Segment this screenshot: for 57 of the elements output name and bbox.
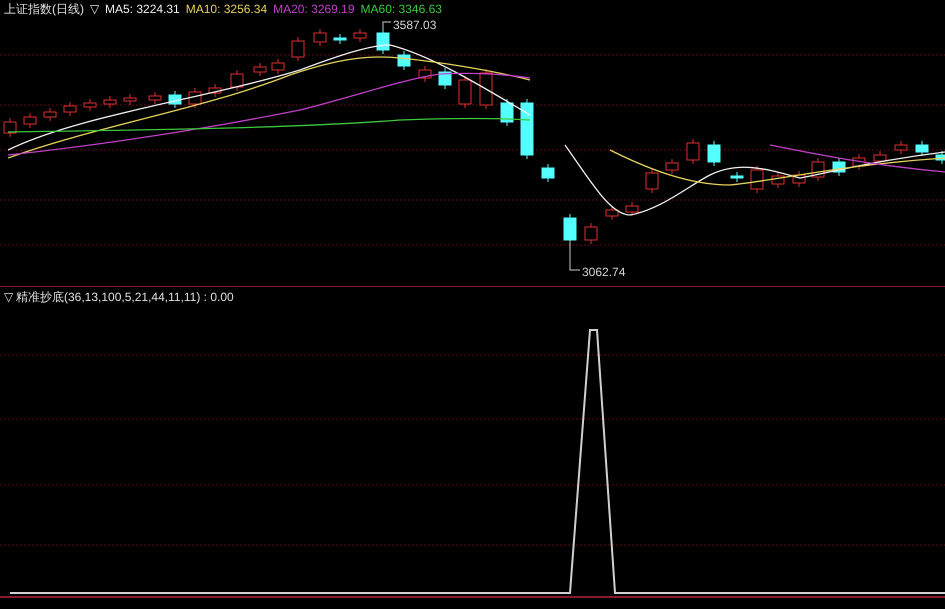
candlestick: [314, 28, 326, 46]
candlestick: [686, 138, 700, 164]
candlestick: [936, 150, 945, 164]
candlestick: [916, 140, 928, 156]
candlestick: [376, 28, 390, 54]
toggle-triangle[interactable]: ▽: [90, 0, 99, 18]
candlestick: [208, 84, 222, 98]
candlestick: [354, 28, 366, 42]
candlestick: [254, 62, 266, 76]
candlestick: [438, 68, 452, 90]
candlestick: [104, 96, 116, 108]
candlestick: [542, 164, 554, 182]
ma-legend: MA10: 3256.34: [186, 0, 268, 18]
candlestick: [64, 102, 76, 116]
candlestick: [606, 206, 618, 220]
ma-legend: MA60: 3346.63: [360, 0, 442, 18]
candlestick: [168, 90, 182, 108]
leader-line: [570, 240, 580, 270]
candlestick: [24, 112, 36, 128]
candlestick: [852, 154, 866, 170]
candlestick: [124, 94, 136, 106]
indicator-title: 精准抄底(36,13,100,5,21,44,11,11) : 0.00: [16, 289, 234, 306]
candlestick: [812, 158, 824, 182]
candlestick: [520, 98, 534, 160]
ma-legend: MA5: 3224.31: [105, 0, 180, 18]
candlestick: [626, 202, 638, 216]
ma-legend: MA20: 3269.19: [273, 0, 355, 18]
candlestick: [792, 170, 806, 188]
candlestick: [584, 222, 598, 244]
candlestick: [4, 118, 16, 138]
candlestick: [334, 34, 346, 44]
candlestick: [730, 172, 744, 182]
candlestick: [772, 172, 784, 188]
candlestick: [500, 98, 514, 126]
candlestick: [44, 108, 56, 122]
candlestick: [750, 166, 764, 194]
candlestick: [84, 98, 96, 112]
candlestick: [646, 168, 658, 194]
candlestick: [188, 88, 202, 108]
candlestick: [148, 92, 162, 104]
candlestick: [272, 58, 284, 74]
candlestick: [480, 68, 492, 110]
candlestick: [230, 70, 244, 92]
candlestick: [708, 140, 720, 166]
candlestick: [894, 140, 908, 154]
candlestick: [832, 158, 846, 176]
leader-line: [382, 22, 392, 30]
candlestick: [398, 50, 410, 70]
candlestick: [292, 36, 304, 62]
candlestick: [666, 158, 678, 174]
chart-title: 上证指数(日线): [4, 0, 84, 18]
candlestick: [458, 76, 472, 108]
candlestick: [874, 150, 886, 166]
high-price-label: 3587.03: [393, 17, 436, 34]
toggle-triangle[interactable]: ▽: [4, 288, 13, 306]
candlestick: [418, 66, 432, 82]
low-price-label: 3062.74: [582, 264, 626, 281]
